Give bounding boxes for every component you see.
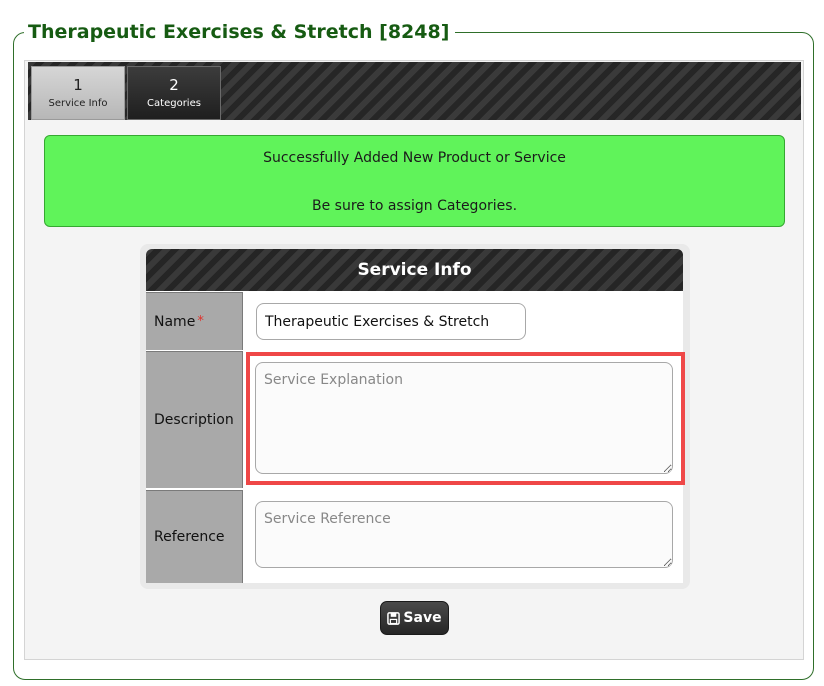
success-message: Successfully Added New Product or Servic… — [263, 150, 566, 166]
tab-service-info[interactable]: 1 Service Info — [31, 66, 125, 120]
tab-label: Service Info — [48, 98, 108, 109]
name-label: Name — [154, 313, 196, 330]
description-label-cell: Description — [146, 351, 243, 488]
tab-number: 2 — [169, 76, 179, 94]
name-label-cell: Name * — [146, 292, 243, 350]
assign-categories-hint: Be sure to assign Categories. — [311, 198, 518, 214]
tab-number: 1 — [73, 76, 83, 94]
save-button[interactable]: Save — [380, 601, 449, 635]
card-header: Service Info — [146, 249, 683, 291]
reference-textarea[interactable] — [255, 501, 673, 568]
success-alert: Successfully Added New Product or Servic… — [44, 135, 785, 227]
name-input[interactable] — [256, 303, 526, 340]
tab-label: Categories — [147, 98, 201, 109]
floppy-disk-icon — [387, 611, 401, 625]
save-label: Save — [403, 610, 442, 626]
reference-label-cell: Reference — [146, 490, 243, 583]
description-label: Description — [154, 412, 234, 428]
description-textarea[interactable] — [255, 362, 673, 474]
required-marker: * — [197, 314, 204, 329]
tab-categories[interactable]: 2 Categories — [127, 66, 221, 120]
page-title: Therapeutic Exercises & Stretch [8248] — [24, 18, 456, 46]
reference-label: Reference — [154, 529, 225, 545]
